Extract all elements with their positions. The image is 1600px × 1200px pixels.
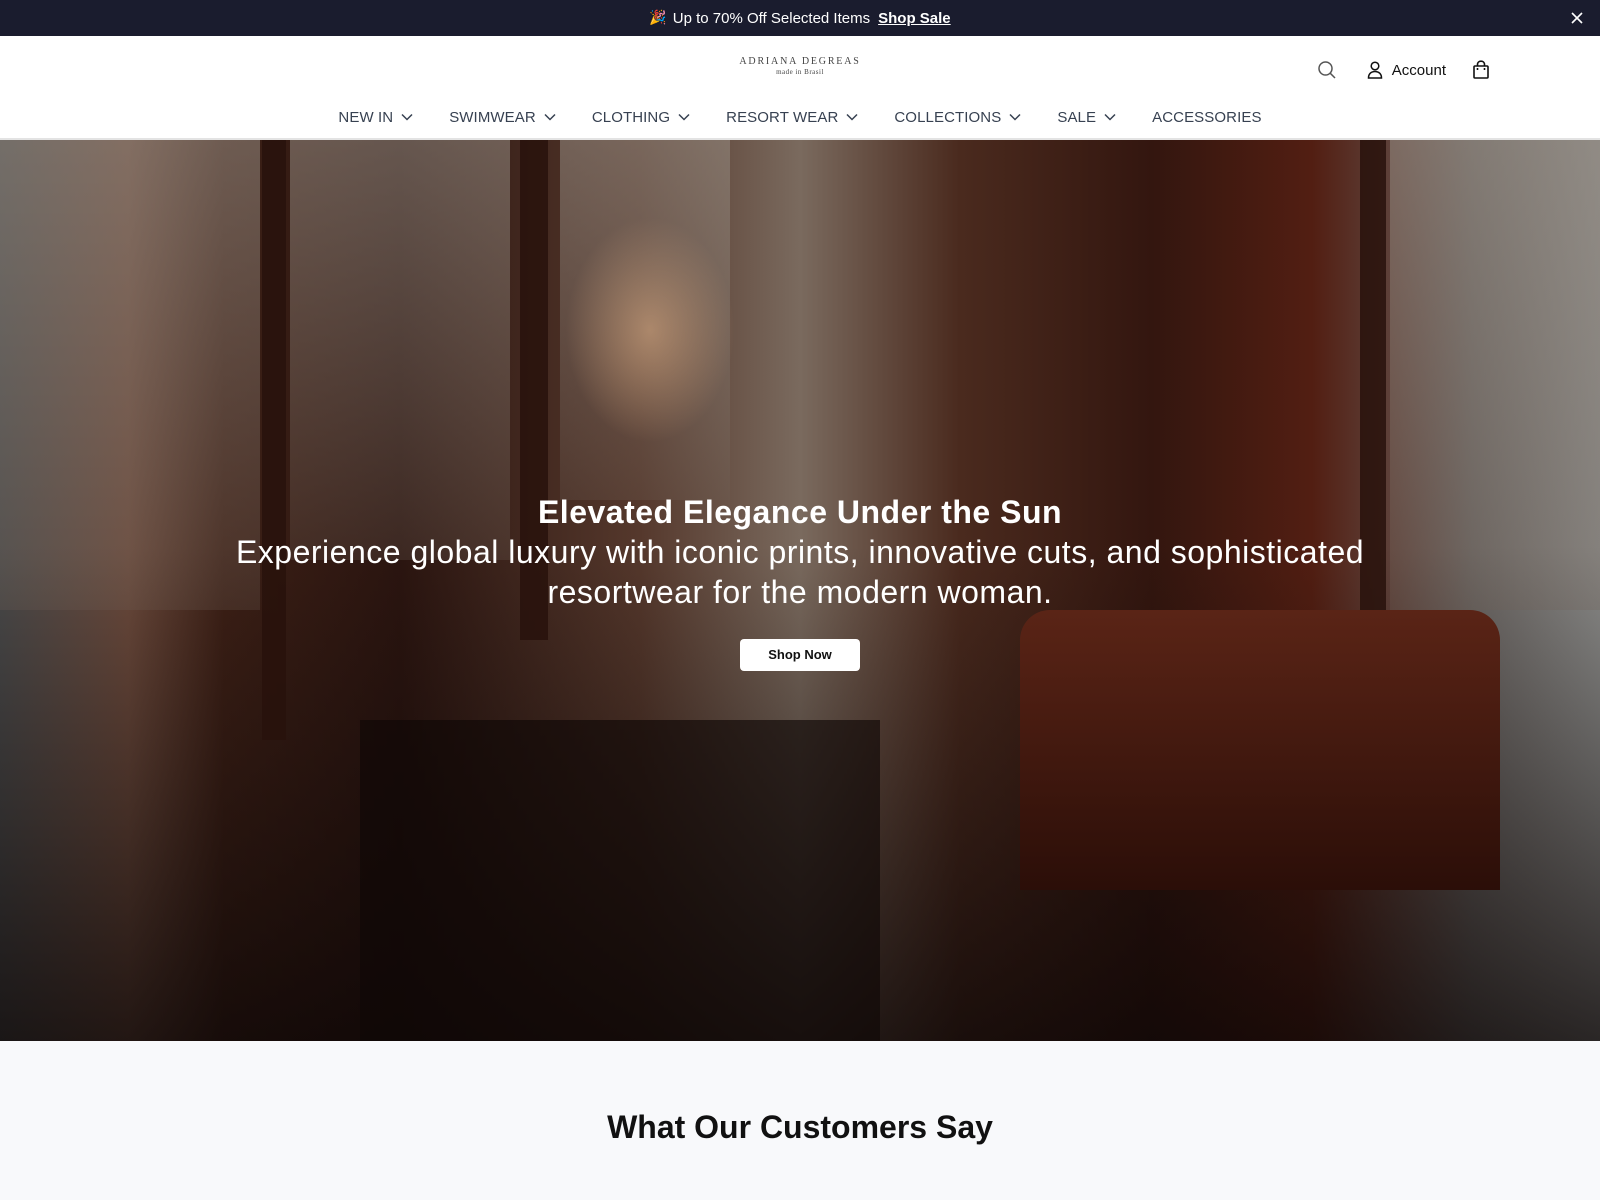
nav-label: SWIMWEAR — [449, 108, 536, 126]
chevron-down-icon — [401, 113, 413, 121]
main-navigation: NEW IN SWIMWEAR CLOTHING RESORT WEAR COL… — [0, 104, 1600, 130]
reviews-section: What Our Customers Say — [0, 1041, 1600, 1200]
nav-item-resort-wear[interactable]: RESORT WEAR — [708, 104, 876, 130]
announcement-bar: 🎉 Up to 70% Off Selected Items Shop Sale — [0, 0, 1600, 36]
logo-tagline: made in Brasil — [776, 68, 824, 76]
logo-brand: ADRIANA DEGREAS — [739, 56, 861, 67]
header-actions: Account — [1317, 58, 1490, 82]
chevron-down-icon — [1104, 113, 1116, 121]
chevron-down-icon — [846, 113, 858, 121]
chevron-down-icon — [1009, 113, 1021, 121]
search-icon[interactable] — [1317, 60, 1337, 80]
nav-item-new-in[interactable]: NEW IN — [320, 104, 431, 130]
hero-banner: Elevated Elegance Under the Sun Experien… — [0, 140, 1600, 1041]
party-popper-icon: 🎉 — [649, 10, 667, 26]
hero-subtitle: Experience global luxury with iconic pri… — [235, 534, 1365, 610]
shop-sale-link[interactable]: Shop Sale — [878, 10, 951, 27]
account-button[interactable]: Account — [1367, 61, 1446, 79]
user-icon — [1367, 61, 1383, 79]
nav-label: COLLECTIONS — [894, 108, 1002, 126]
chevron-down-icon — [544, 113, 556, 121]
shop-now-button[interactable]: Shop Now — [740, 639, 860, 671]
close-icon[interactable] — [1568, 9, 1586, 27]
nav-item-accessories[interactable]: ACCESSORIES — [1134, 104, 1279, 130]
nav-item-clothing[interactable]: CLOTHING — [574, 104, 708, 130]
nav-item-collections[interactable]: COLLECTIONS — [876, 104, 1039, 130]
nav-label: SALE — [1057, 108, 1097, 126]
hero-window-center — [560, 140, 730, 500]
hero-table — [360, 720, 880, 1041]
brand-logo[interactable]: ADRIANA DEGREAS made in Brasil — [700, 56, 900, 76]
reviews-heading: What Our Customers Say — [607, 1109, 993, 1145]
nav-label: RESORT WEAR — [726, 108, 839, 126]
nav-item-swimwear[interactable]: SWIMWEAR — [431, 104, 574, 130]
hero-title: Elevated Elegance Under the Sun — [537, 494, 1063, 530]
nav-label: CLOTHING — [591, 108, 671, 126]
nav-item-sale[interactable]: SALE — [1039, 104, 1134, 130]
site-header: ADRIANA DEGREAS made in Brasil Account N… — [0, 36, 1600, 140]
announcement-text: Up to 70% Off Selected Items — [672, 9, 871, 27]
chevron-down-icon — [678, 113, 690, 121]
hero-content: Elevated Elegance Under the Sun Experien… — [0, 492, 1600, 671]
shopping-bag-icon[interactable] — [1472, 60, 1490, 80]
nav-label: NEW IN — [338, 108, 394, 126]
account-label: Account — [1391, 61, 1446, 79]
nav-label: ACCESSORIES — [1152, 108, 1262, 126]
